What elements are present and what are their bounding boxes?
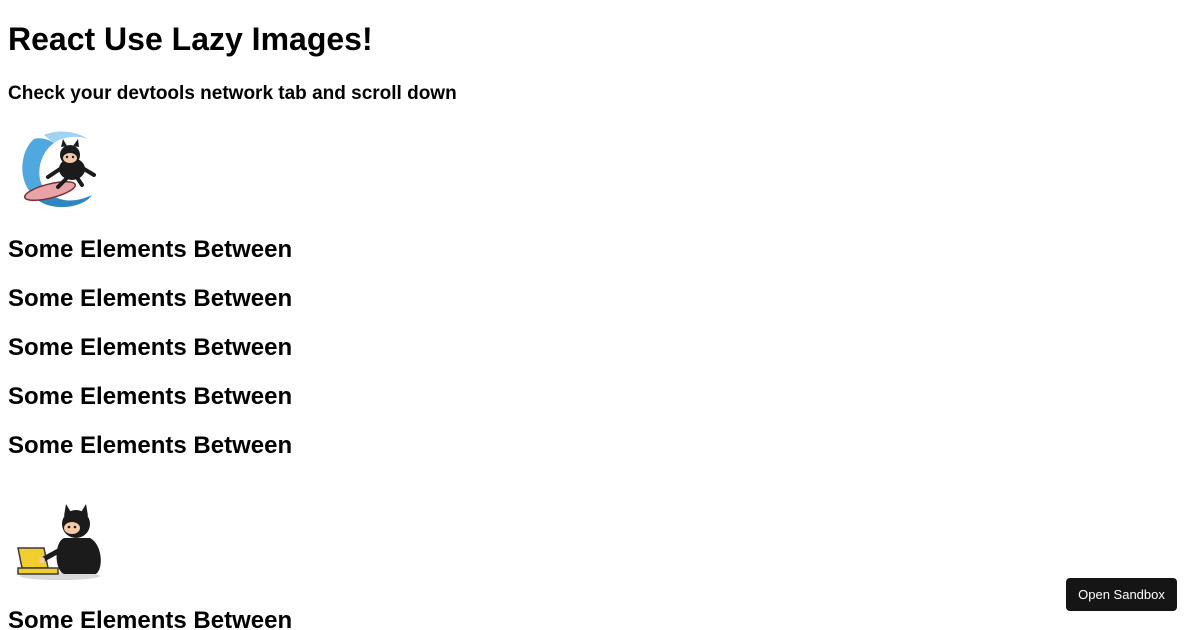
page-title: React Use Lazy Images! [8,21,373,57]
octocat-laptop-icon [17,504,101,580]
open-sandbox-button[interactable]: Open Sandbox [1066,578,1177,611]
section-heading: Some Elements Between [8,236,293,263]
main-content: React Use Lazy Images! Check your devtoo… [0,21,1200,630]
between-group-two: Some Elements Between [8,607,1192,630]
page-subtitle: Check your devtools network tab and scro… [8,83,457,104]
section-heading: Some Elements Between [8,285,293,312]
between-group-one: Some Elements Between Some Elements Betw… [8,236,1192,460]
page: React Use Lazy Images! Check your devtoo… [0,0,1200,630]
section-heading: Some Elements Between [8,383,293,410]
section-heading: Some Elements Between [8,432,293,459]
octocat-surfer-icon [22,131,96,208]
section-heading: Some Elements Between [8,607,293,630]
section-heading: Some Elements Between [8,334,293,361]
